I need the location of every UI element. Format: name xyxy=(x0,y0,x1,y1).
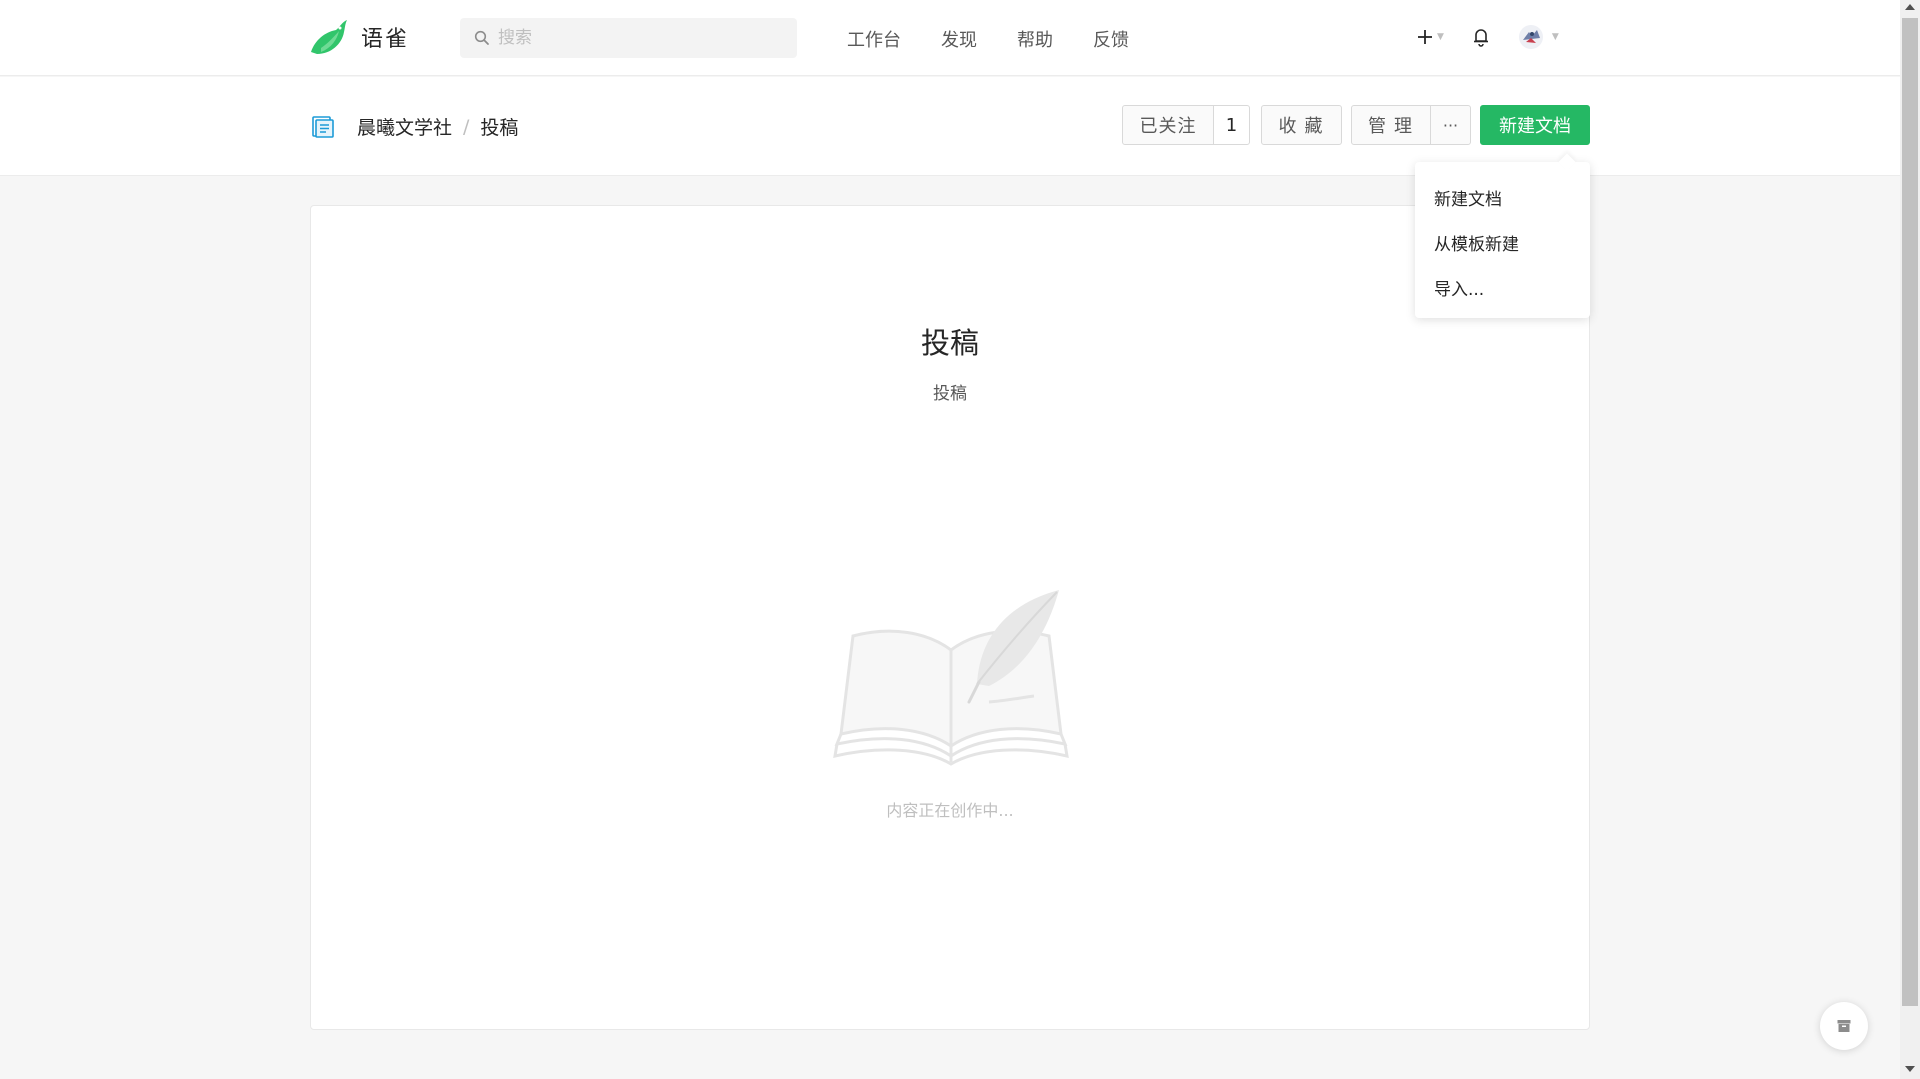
scroll-up-arrow-icon[interactable] xyxy=(1905,4,1915,10)
new-doc-dropdown: 新建文档 从模板新建 导入... xyxy=(1415,162,1590,318)
add-menu-button[interactable]: ▼ xyxy=(1416,28,1444,46)
menu-item-new-doc[interactable]: 新建文档 xyxy=(1415,178,1590,223)
book-title: 投稿 xyxy=(920,326,979,360)
nav-feedback[interactable]: 反馈 xyxy=(1093,26,1129,52)
new-doc-button[interactable]: 新建文档 xyxy=(1480,105,1590,145)
archive-icon xyxy=(1837,1020,1851,1032)
book-icon xyxy=(312,115,334,138)
header-tools: ▼ ▼ xyxy=(1416,24,1559,50)
follow-count[interactable]: 1 xyxy=(1213,105,1250,145)
book-content-card: 投稿 投稿 内容正在创作中... xyxy=(310,205,1590,1030)
empty-state-text: 内容正在创作中... xyxy=(886,801,1014,820)
search-icon xyxy=(474,30,489,45)
chevron-down-icon: ▼ xyxy=(1437,32,1444,42)
manage-button[interactable]: 管理 xyxy=(1351,105,1431,145)
menu-item-import[interactable]: 导入... xyxy=(1415,268,1590,313)
breadcrumb-separator: / xyxy=(463,115,470,138)
breadcrumb-group[interactable]: 晨曦文学社 xyxy=(357,113,452,140)
nav-discover[interactable]: 发现 xyxy=(941,26,977,52)
chevron-down-icon: ▼ xyxy=(1551,32,1559,42)
search-box[interactable] xyxy=(460,18,797,58)
scroll-thumb[interactable] xyxy=(1902,18,1918,1006)
user-menu[interactable]: ▼ xyxy=(1518,24,1559,50)
scroll-down-arrow-icon[interactable] xyxy=(1905,1066,1915,1072)
collect-button[interactable]: 收藏 xyxy=(1261,105,1342,145)
vertical-scrollbar[interactable] xyxy=(1900,0,1920,1079)
breadcrumb-current[interactable]: 投稿 xyxy=(480,113,518,140)
notification-button[interactable] xyxy=(1472,27,1490,47)
breadcrumb: 晨曦文学社 / 投稿 xyxy=(311,113,518,140)
logo[interactable]: 语雀 xyxy=(309,18,409,56)
book-header: 晨曦文学社 / 投稿 已关注 1 收藏 管理 ··· 新建文档 xyxy=(0,77,1900,176)
nav-workbench[interactable]: 工作台 xyxy=(847,26,901,52)
menu-item-from-template[interactable]: 从模板新建 xyxy=(1415,223,1590,268)
avatar xyxy=(1518,25,1543,49)
plus-icon xyxy=(1418,30,1432,44)
search-input[interactable] xyxy=(498,28,778,48)
app-name: 语雀 xyxy=(361,27,410,52)
main-nav: 工作台 发现 帮助 反馈 xyxy=(847,26,1129,52)
nav-help[interactable]: 帮助 xyxy=(1017,26,1053,52)
top-header: 语雀 工作台 发现 帮助 反馈 ▼ xyxy=(0,0,1900,76)
bell-icon xyxy=(1473,29,1488,47)
follow-button[interactable]: 已关注 xyxy=(1122,105,1214,145)
empty-book-quill-icon xyxy=(833,590,1069,766)
yuque-bird-icon xyxy=(311,20,347,54)
more-options-button[interactable]: ··· xyxy=(1430,105,1471,145)
archive-float-button[interactable] xyxy=(1820,1002,1868,1050)
book-description: 投稿 xyxy=(933,384,967,404)
